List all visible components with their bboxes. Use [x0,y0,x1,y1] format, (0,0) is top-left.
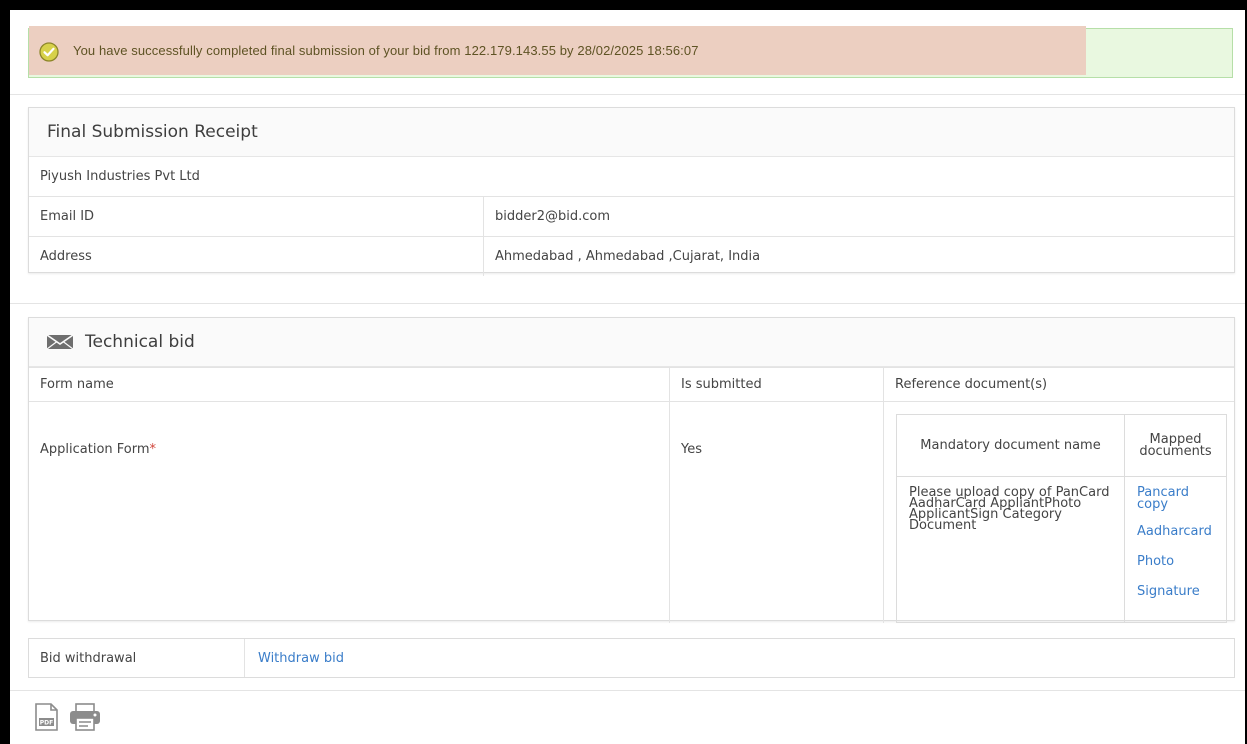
print-icon[interactable] [68,702,102,732]
divider [10,690,1245,691]
col-form-name: Form name [29,367,670,402]
bid-withdrawal-label: Bid withdrawal [29,639,245,677]
technical-bid-header: Technical bid [29,318,1234,367]
withdraw-bid-link[interactable]: Withdraw bid [245,639,344,677]
address-value: Ahmedabad , Ahmedabad ,Cujarat, India [495,249,761,264]
receipt-page: You have successfully completed final su… [10,10,1245,744]
company-name: Piyush Industries Pvt Ltd [40,169,200,184]
mapped-doc-link[interactable]: Photo [1137,555,1216,568]
svg-text:PDF: PDF [40,720,53,727]
reference-docs-table: Mandatory document name Mapped documents… [896,414,1227,623]
email-row: Email ID bidder2@bid.com [29,197,1234,237]
col-mandatory-doc: Mandatory document name [896,414,1125,477]
check-circle-icon [39,42,59,62]
technical-bid-table: Form name Is submitted Reference documen… [29,367,1234,623]
envelope-icon [47,334,73,350]
col-is-submitted: Is submitted [669,367,884,402]
email-label: Email ID [29,197,484,236]
success-message: You have successfully completed final su… [73,43,699,58]
pdf-icon[interactable]: PDF [32,702,62,732]
success-alert: You have successfully completed final su… [28,26,1233,78]
address-row: Address Ahmedabad , Ahmedabad ,Cujarat, … [29,237,1234,276]
email-value: bidder2@bid.com [495,209,610,224]
form-name-cell: Application Form* [29,401,670,623]
technical-bid-panel: Technical bid Form name Is submitted Ref… [28,317,1235,623]
reference-row: Please upload copy of PanCard AadharCard… [896,476,1227,623]
receipt-panel: Final Submission Receipt Piyush Industri… [28,107,1235,276]
divider [10,94,1245,95]
mapped-doc-link[interactable]: Signature [1137,585,1216,598]
divider [10,303,1245,304]
mapped-doc-link[interactable]: Pancard copy [1137,486,1216,511]
receipt-title: Final Submission Receipt [29,108,1234,157]
submitted-cell: Yes [669,401,884,623]
technical-bid-title: Technical bid [85,332,195,352]
col-reference-docs: Reference document(s) [883,367,1234,402]
required-mark: * [149,442,157,457]
form-name: Application Form [40,442,150,457]
bid-withdrawal-row: Bid withdrawal Withdraw bid [28,638,1235,678]
table-header-row: Form name Is submitted Reference documen… [29,367,1234,402]
company-row: Piyush Industries Pvt Ltd [29,157,1234,197]
address-label: Address [29,237,484,276]
col-mapped-docs: Mapped documents [1124,414,1227,477]
table-row: Application Form* Yes Mandatory document… [29,401,1234,623]
mapped-docs-list: Pancard copy Aadharcard Photo Signature [1124,476,1227,623]
reference-header-row: Mandatory document name Mapped documents [896,414,1227,477]
export-icons: PDF [32,702,102,732]
mandatory-doc-text: Please upload copy of PanCard AadharCard… [896,476,1125,623]
reference-docs-cell: Mandatory document name Mapped documents… [883,401,1234,623]
mapped-doc-link[interactable]: Aadharcard [1137,525,1216,538]
